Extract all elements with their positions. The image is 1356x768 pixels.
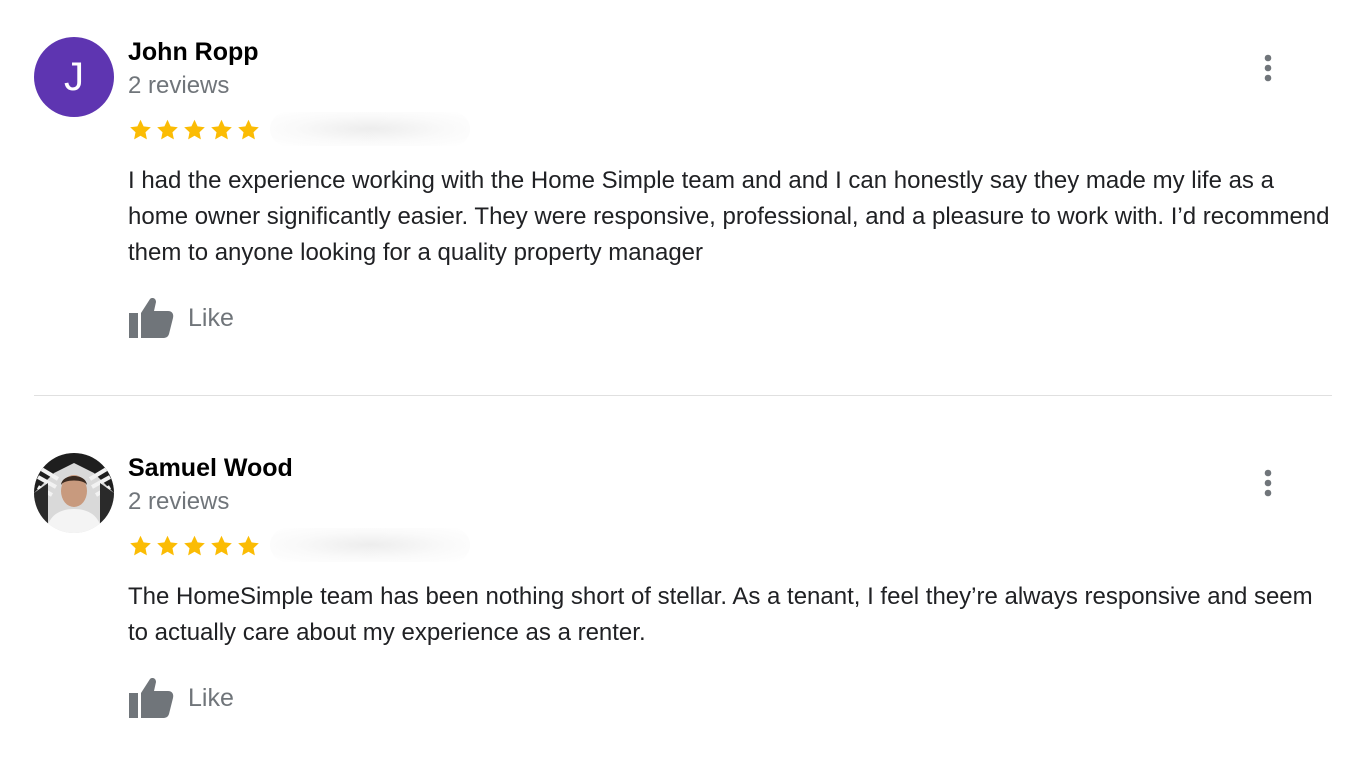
review-text: The HomeSimple team has been nothing sho… [128,583,1313,646]
reviewer-avatar[interactable]: J [34,37,114,117]
blurred-date [270,112,470,146]
like-label: Like [188,684,234,712]
star-icon [182,118,207,142]
reviewer-name[interactable]: Samuel Wood [128,453,293,483]
thumb-up-icon [128,677,174,719]
star-icon [155,118,180,142]
star-icon [182,534,207,558]
like-label: Like [188,304,234,332]
avatar-letter: J [64,54,84,99]
star-rating [128,534,261,558]
more-vertical-icon [1264,54,1272,87]
more-options-button[interactable] [1252,465,1284,505]
review-text: I had the experience working with the Ho… [128,167,1330,266]
like-button[interactable]: Like [128,296,234,340]
thumb-up-icon [128,297,174,339]
like-button[interactable]: Like [128,676,234,720]
review-divider [34,395,1332,396]
star-icon [155,534,180,558]
star-icon [128,118,153,142]
review-count[interactable]: 2 reviews [128,71,229,101]
reviewer-name[interactable]: John Ropp [128,37,259,67]
star-icon [209,534,234,558]
star-icon [209,118,234,142]
more-options-button[interactable] [1252,50,1284,90]
more-vertical-icon [1264,469,1272,502]
star-icon [236,118,261,142]
blurred-date [270,528,470,562]
review-count[interactable]: 2 reviews [128,487,229,517]
review-card: Samuel Wood 2 reviews The HomeSimple tea… [0,397,1356,768]
reviewer-avatar[interactable] [34,453,114,533]
star-rating [128,118,261,142]
star-icon [236,534,261,558]
star-icon [128,534,153,558]
review-card: J John Ropp 2 reviews I had the experien… [0,0,1356,396]
profile-photo-icon [34,453,114,533]
